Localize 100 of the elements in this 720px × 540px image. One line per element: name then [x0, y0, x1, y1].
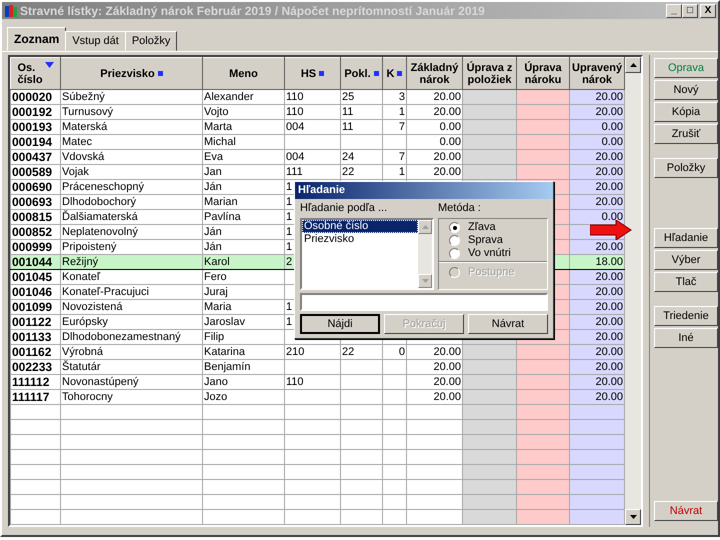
radio-button[interactable]: [449, 234, 460, 246]
list-box[interactable]: Osobné číslo Priezvisko: [300, 218, 434, 290]
table-cell: Ján: [204, 240, 222, 252]
header-label: Úprava nároku: [523, 62, 563, 86]
table-cell: 22: [342, 166, 354, 178]
table-cell: Dlhodobochorý: [62, 196, 136, 208]
action-button[interactable]: Kópia: [654, 102, 718, 122]
table-cell: 002233: [12, 360, 52, 374]
table-cell: 3: [398, 90, 405, 102]
table-cell: 111: [286, 166, 303, 178]
table-cell: 001044: [12, 256, 52, 268]
radio-option[interactable]: Sprava: [449, 234, 537, 246]
close-button[interactable]: X: [700, 4, 716, 18]
scrollbar[interactable]: [625, 57, 641, 525]
table-row[interactable]: 000020 Súbežný Alexander 110 25 3 20.00 20.00: [10, 90, 624, 104]
table-cell: 001133: [12, 330, 52, 344]
table-cell: Vojto: [204, 106, 228, 118]
table-cell: 0.00: [440, 120, 461, 132]
scroll-down-icon: [422, 279, 428, 283]
table-cell: 20.00: [595, 316, 623, 328]
search-field[interactable]: [300, 293, 548, 311]
table-cell: 000999: [12, 240, 52, 254]
header-label: Meno: [229, 68, 258, 80]
column-header[interactable]: Os. číslo: [10, 58, 60, 90]
action-button[interactable]: Hľadanie: [654, 228, 718, 248]
tab[interactable]: Položky: [124, 31, 178, 51]
table-cell: 20.00: [433, 390, 461, 402]
column-header[interactable]: Pokl.: [340, 58, 382, 90]
table-cell: 20.00: [595, 390, 623, 402]
table-cell: 22: [342, 346, 354, 358]
action-button[interactable]: Výber: [654, 250, 718, 270]
table-cell: 20.00: [595, 196, 623, 208]
list-item[interactable]: Osobné číslo: [302, 220, 418, 233]
table-cell: 1: [286, 226, 292, 238]
action-button[interactable]: Iné: [654, 328, 718, 348]
header-label: K: [386, 68, 394, 80]
table-row[interactable]: 000192 Turnusový Vojto 110 11 1 20.00 20.00: [10, 104, 624, 120]
table-cell: 20.00: [595, 106, 623, 118]
radio-button[interactable]: [449, 248, 460, 258]
table-cell: Marta: [204, 120, 232, 132]
column-header[interactable]: HS: [284, 58, 340, 90]
action-button[interactable]: Zrušiť: [654, 124, 718, 144]
table-cell: Pavlína: [204, 210, 241, 222]
action-button[interactable]: Nový: [654, 80, 718, 100]
table-cell: 000192: [12, 106, 52, 118]
table-cell: 20.00: [433, 360, 461, 372]
column-header[interactable]: Priezvisko: [60, 58, 202, 90]
column-header[interactable]: Meno: [202, 58, 284, 90]
table-cell: 110: [286, 376, 304, 388]
table-cell: 000437: [12, 150, 52, 164]
table-cell: 1: [286, 300, 292, 312]
table-row[interactable]: 000194 Matec Michal 0.00 0.00: [10, 134, 624, 150]
table-cell: 000815: [12, 210, 52, 224]
column-header[interactable]: K: [382, 58, 406, 90]
table-cell: Dlhodobonezamestnaný: [62, 330, 181, 342]
action-button[interactable]: Položky: [654, 158, 718, 178]
close-button[interactable]: Návrat: [654, 501, 718, 521]
table-cell: Vojak: [62, 166, 89, 178]
table-cell: Michal: [204, 136, 236, 148]
table-cell: 0: [398, 346, 405, 358]
table-cell: Maria: [204, 300, 232, 312]
column-header[interactable]: Úprava nároku: [516, 58, 570, 90]
app-icon: [4, 4, 18, 18]
table-cell: Jan: [204, 166, 222, 178]
action-button[interactable]: Triedenie: [654, 306, 718, 326]
table-cell: 110: [286, 106, 304, 118]
table-cell: 2: [286, 256, 292, 268]
table-cell: 004: [286, 120, 304, 132]
action-button[interactable]: Tlač: [654, 272, 718, 292]
table-cell: 110: [286, 90, 304, 102]
maximize-button[interactable]: □: [682, 4, 698, 18]
table-cell: 000852: [12, 226, 52, 238]
radio-option[interactable]: Zľava: [449, 221, 537, 233]
table-cell: 7: [398, 120, 405, 132]
table-cell: 0.00: [602, 210, 623, 222]
table-row[interactable]: 000193 Materská Marta 004 11 7 0.00 0.00: [10, 120, 624, 134]
tab[interactable]: Zoznam: [7, 27, 66, 51]
header-label: Priezvisko: [100, 68, 155, 80]
table-row[interactable]: 000589 Vojak Jan 111 22 1 20.00 20.00: [10, 164, 624, 180]
list-item[interactable]: Priezvisko: [302, 233, 418, 246]
table-row[interactable]: 001162 Výrobná Katarina 210 22 0 20.00 20.00: [10, 344, 624, 360]
table-cell: Benjamín: [204, 360, 250, 372]
table-cell: 000690: [12, 180, 52, 194]
table-cell: Turnusový: [62, 106, 113, 118]
table-row[interactable]: 111112 Novonastúpený Jano 110 20.00 20.00: [10, 374, 624, 390]
table-cell: 1: [286, 180, 292, 192]
dialog-button[interactable]: Návrat: [468, 314, 548, 334]
minimize-button[interactable]: _: [666, 4, 682, 18]
table-cell: 1: [286, 196, 292, 208]
table-row[interactable]: 111117 Tohorocny Jozo 20.00 20.00: [10, 390, 624, 404]
tab[interactable]: Vstup dát: [65, 31, 126, 51]
table-cell: Alexander: [204, 90, 254, 102]
table-cell: Karol: [204, 256, 230, 268]
table-cell: 20.00: [433, 90, 461, 102]
radio-button[interactable]: [449, 222, 460, 232]
table-cell: 0.00: [440, 136, 461, 148]
table-cell: Pripoistený: [62, 240, 116, 252]
table-row[interactable]: 000437 Vdovská Eva 004 24 7 20.00 20.00: [10, 150, 624, 164]
dialog-button[interactable]: Nájdi: [300, 314, 380, 334]
table-cell: Jaroslav: [204, 316, 245, 328]
